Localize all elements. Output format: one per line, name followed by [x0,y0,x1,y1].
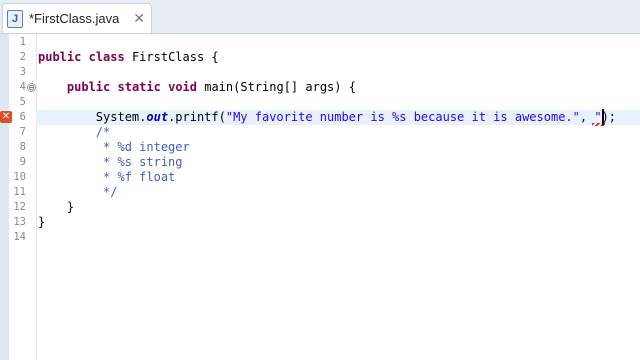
editor-tab-bar: J *FirstClass.java ✕ [0,0,640,34]
code-token: public [38,50,82,64]
tab-title: *FirstClass.java [29,11,120,26]
code-token: /* [38,125,111,139]
tab-firstclass-java[interactable]: J *FirstClass.java ✕ [2,3,152,33]
line-number: 7 [19,126,26,138]
code-token: */ [38,185,118,199]
code-line[interactable]: System.out.printf("My favorite number is… [38,110,616,125]
code-token: * %d integer [38,140,190,154]
line-number: 11 [13,186,26,198]
error-marker-icon[interactable]: ✕ [0,111,12,123]
code-editor[interactable]: public class FirstClass { public static … [0,34,640,360]
line-number: 12 [13,201,26,213]
code-token: } [38,200,75,214]
line-number: 13 [13,216,26,228]
line-number: 2 [19,51,26,63]
code-line[interactable]: /* [38,125,110,140]
code-line[interactable]: public class FirstClass { [38,50,219,65]
close-icon[interactable]: ✕ [133,10,145,27]
code-token: main(String[] args) { [197,80,356,94]
code-line[interactable]: * %d integer [38,140,190,155]
line-number: 5 [19,96,26,108]
fold-toggle-icon[interactable]: ⊖ [27,83,36,92]
code-token: " [594,110,602,124]
code-token: .printf( [168,110,226,124]
code-line[interactable]: public static void main(String[] args) { [38,80,356,95]
code-token: out [146,110,169,124]
code-token: FirstClass { [124,50,219,64]
line-number: 4 [19,81,26,93]
code-token: System. [38,110,147,124]
code-line[interactable]: } [38,215,45,230]
line-number: 3 [19,66,26,78]
line-number: 10 [13,171,26,183]
line-number: 1 [19,36,26,48]
code-token: * %s string [38,155,183,169]
code-token: , [579,110,595,124]
code-line[interactable]: } [38,200,74,215]
code-token: static [117,80,161,94]
code-token: } [38,215,46,229]
line-number: 9 [19,156,26,168]
line-number: 14 [13,231,26,243]
line-number: 8 [19,141,26,153]
java-file-icon: J [7,9,23,28]
code-line[interactable]: */ [38,185,117,200]
code-token: class [88,50,125,64]
code-token: public [66,80,111,94]
code-line[interactable]: * %s string [38,155,183,170]
code-token: * %f float [38,170,176,184]
code-line[interactable]: * %f float [38,170,175,185]
text-cursor [602,109,604,125]
code-token: "My favorite number is %s because it is … [225,110,580,124]
code-token: void [168,80,197,94]
